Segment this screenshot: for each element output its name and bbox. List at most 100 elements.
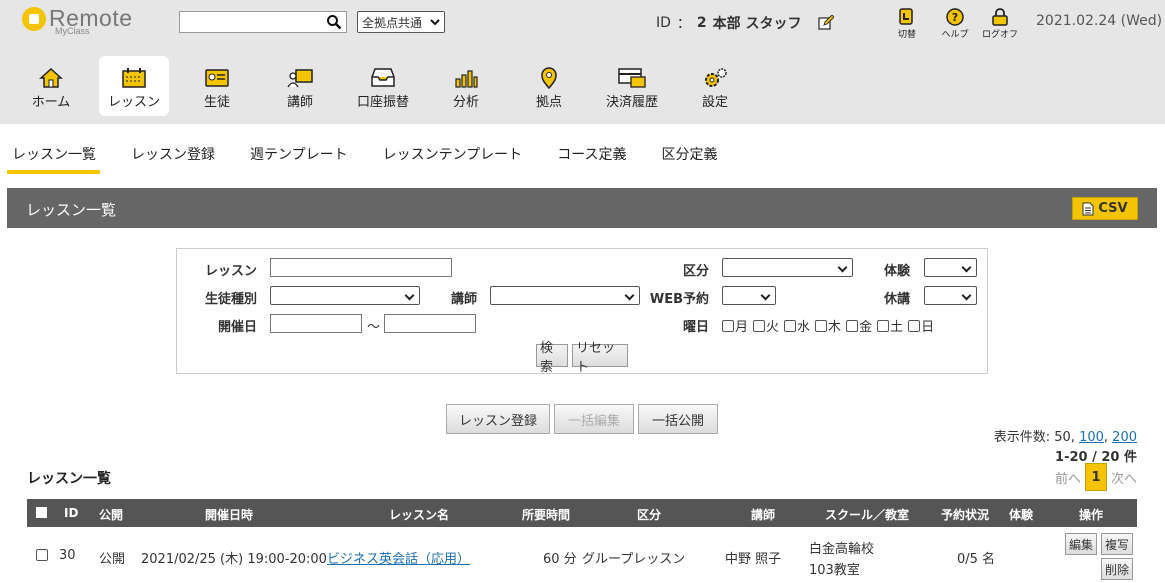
checkbox[interactable] bbox=[877, 319, 890, 332]
cell-id: 30 bbox=[59, 548, 76, 563]
bar-chart-icon bbox=[455, 70, 478, 88]
subnav-lesson-register[interactable]: レッスン登録 bbox=[127, 140, 219, 174]
weekday-fri[interactable]: 金 bbox=[846, 316, 872, 335]
teacher-label: 講師 bbox=[450, 292, 477, 307]
checkbox[interactable] bbox=[784, 319, 797, 332]
nav-item-payment-history[interactable]: 決済履歴 bbox=[597, 56, 667, 116]
nav-item-label: 設定 bbox=[701, 95, 728, 110]
web-reservation-label: WEB予約 bbox=[649, 292, 709, 307]
nav-item-location[interactable]: 拠点 bbox=[514, 56, 584, 116]
search-icon[interactable] bbox=[326, 14, 342, 30]
help-button[interactable]: ? ヘルプ bbox=[935, 8, 975, 40]
payment-icon bbox=[618, 68, 646, 88]
edit-icon[interactable] bbox=[817, 15, 834, 31]
csv-label: CSV bbox=[1098, 201, 1128, 216]
column-header-teacher[interactable]: 講師 bbox=[751, 506, 775, 523]
lesson-input[interactable] bbox=[270, 258, 452, 277]
reset-button[interactable]: リセット bbox=[572, 341, 628, 375]
select-all-checkbox[interactable] bbox=[36, 507, 47, 518]
cell-reservation: 0/5 名 bbox=[957, 552, 996, 567]
weekday-thu[interactable]: 木 bbox=[815, 316, 841, 335]
switch-icon bbox=[899, 8, 913, 25]
weekday-sat[interactable]: 土 bbox=[877, 316, 903, 335]
column-header-reservation[interactable]: 予約状況 bbox=[941, 506, 989, 523]
pager-prev[interactable]: 前へ bbox=[1055, 468, 1081, 487]
edit-button[interactable]: 編集 bbox=[1065, 533, 1097, 555]
column-header-lesson-name[interactable]: レッスン名 bbox=[389, 506, 449, 523]
scope-select[interactable]: 全拠点共通 bbox=[357, 11, 445, 33]
logoff-button[interactable]: ログオフ bbox=[980, 8, 1020, 40]
delete-button[interactable]: 削除 bbox=[1101, 558, 1133, 580]
help-label: ヘルプ bbox=[941, 30, 969, 40]
cell-lesson-name-link[interactable]: ビジネス英会話（応用） bbox=[327, 548, 470, 567]
nav-item-student[interactable]: 生徒 bbox=[182, 56, 252, 116]
search-field[interactable] bbox=[179, 11, 347, 33]
current-date: 2021.02.24 (Wed) bbox=[1036, 13, 1163, 29]
copy-button[interactable]: 複写 bbox=[1101, 533, 1133, 555]
column-header-trial[interactable]: 体験 bbox=[1009, 506, 1033, 523]
home-icon bbox=[39, 67, 63, 88]
switch-button[interactable]: 切替 bbox=[887, 8, 927, 40]
pager-current-page[interactable]: 1 bbox=[1084, 463, 1107, 491]
column-header-duration[interactable]: 所要時間 bbox=[522, 506, 570, 523]
subnav-lesson-list[interactable]: レッスン一覧 bbox=[7, 140, 100, 174]
trial-select[interactable] bbox=[924, 258, 977, 277]
column-header-id[interactable]: ID bbox=[64, 506, 78, 520]
nav-item-label: 講師 bbox=[286, 95, 313, 110]
column-header-public[interactable]: 公開 bbox=[99, 506, 123, 523]
cancelled-select[interactable] bbox=[924, 286, 977, 305]
weekday-label-text: 日 bbox=[921, 320, 935, 335]
weekday-tue[interactable]: 火 bbox=[753, 316, 779, 335]
student-type-label: 生徒種別 bbox=[204, 292, 257, 307]
checkbox[interactable] bbox=[815, 319, 828, 332]
per-page-100-link[interactable]: 100 bbox=[1079, 430, 1104, 445]
nav-item-label: レッスン bbox=[107, 95, 160, 110]
subnav-week-template[interactable]: 週テンプレート bbox=[246, 140, 352, 174]
teacher-select[interactable] bbox=[490, 286, 640, 305]
per-page-200-link[interactable]: 200 bbox=[1112, 430, 1137, 445]
per-page-selector: 表示件数: 50, 100, 200 bbox=[994, 426, 1137, 445]
weekday-mon[interactable]: 月 bbox=[722, 316, 748, 335]
weekday-label-text: 金 bbox=[859, 320, 873, 335]
category-select[interactable] bbox=[722, 258, 853, 277]
nav-item-analysis[interactable]: 分析 bbox=[431, 56, 501, 116]
nav-item-label: 生徒 bbox=[203, 95, 230, 110]
nav-item-bank-transfer[interactable]: 口座振替 bbox=[348, 56, 418, 116]
weekday-wed[interactable]: 水 bbox=[784, 316, 810, 335]
bulk-edit-button[interactable]: 一括編集 bbox=[554, 404, 634, 434]
web-reservation-select[interactable] bbox=[722, 286, 776, 305]
csv-button[interactable]: CSV bbox=[1072, 197, 1138, 220]
nav-item-settings[interactable]: 設定 bbox=[680, 56, 750, 116]
logoff-label: ログオフ bbox=[981, 30, 1018, 40]
nav-item-home[interactable]: ホーム bbox=[16, 56, 86, 116]
weekday-label-text: 火 bbox=[766, 320, 780, 335]
bulk-publish-button[interactable]: 一括公開 bbox=[638, 404, 718, 434]
pager-next[interactable]: 次へ bbox=[1111, 468, 1137, 487]
weekday-sun[interactable]: 日 bbox=[908, 316, 934, 335]
nav-item-lesson[interactable]: レッスン bbox=[99, 56, 169, 116]
subnav-category-definition[interactable]: 区分定義 bbox=[658, 140, 722, 174]
column-header-category[interactable]: 区分 bbox=[637, 506, 661, 523]
date-range-tilde: ～ bbox=[367, 320, 381, 335]
row-checkbox[interactable] bbox=[36, 549, 48, 561]
subnav-course-definition[interactable]: コース定義 bbox=[553, 140, 630, 174]
student-type-select[interactable] bbox=[270, 286, 420, 305]
checkbox[interactable] bbox=[908, 319, 921, 332]
cell-school: 白金高輪校 bbox=[809, 542, 875, 557]
subnav-lesson-template[interactable]: レッスンテンプレート bbox=[379, 140, 527, 174]
help-icon: ? bbox=[946, 8, 964, 26]
nav-item-label: ホーム bbox=[31, 95, 71, 110]
lesson-register-button[interactable]: レッスン登録 bbox=[446, 404, 550, 434]
checkbox[interactable] bbox=[753, 319, 766, 332]
checkbox[interactable] bbox=[722, 319, 734, 332]
nav-item-teacher[interactable]: 講師 bbox=[265, 56, 335, 116]
checkbox[interactable] bbox=[846, 319, 859, 332]
date-to-input[interactable] bbox=[384, 314, 476, 333]
search-form: レッスン 区分 体験 生徒種別 講師 WEB予約 休講 開催日 ～ 曜日 月 火… bbox=[176, 248, 988, 375]
column-header-school[interactable]: スクール／教室 bbox=[825, 506, 909, 523]
search-input[interactable] bbox=[180, 12, 320, 32]
search-button[interactable]: 検索 bbox=[536, 341, 568, 375]
chevron-down-icon bbox=[430, 19, 440, 26]
column-header-datetime[interactable]: 開催日時 bbox=[205, 506, 253, 523]
date-from-input[interactable] bbox=[270, 314, 362, 333]
